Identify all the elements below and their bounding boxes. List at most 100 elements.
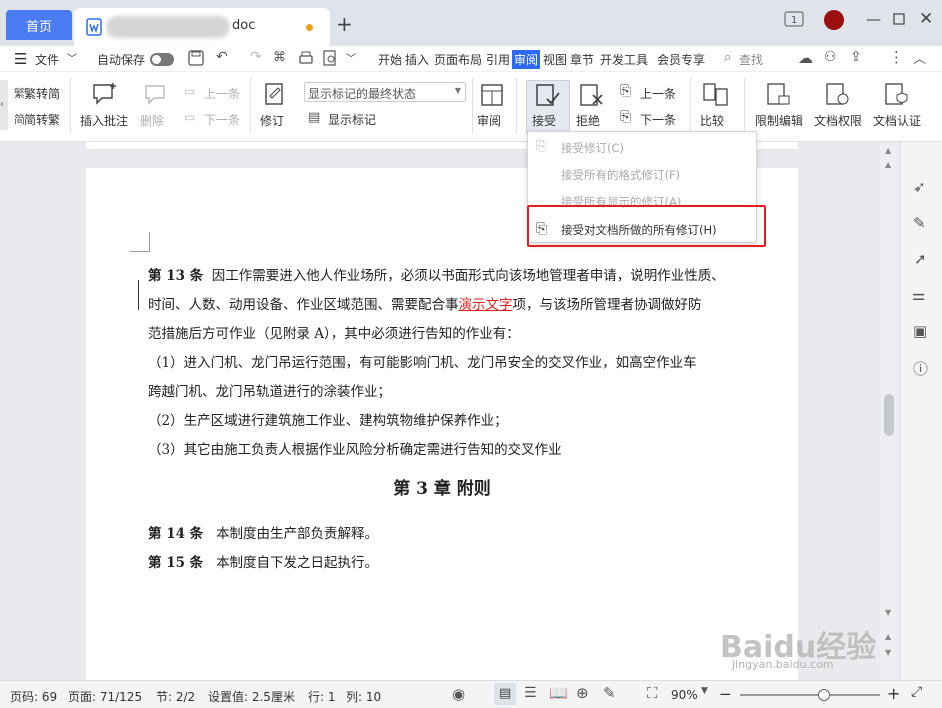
chevron-down-icon[interactable]: ﹀ bbox=[67, 50, 77, 65]
column-indicator[interactable]: 列: 10 bbox=[346, 688, 381, 705]
tracked-insertion[interactable]: 演示文字 bbox=[459, 297, 513, 313]
chevron-down-icon[interactable]: ﹀ bbox=[346, 50, 356, 65]
svg-text:1: 1 bbox=[791, 15, 797, 26]
zoom-slider-track[interactable] bbox=[740, 689, 880, 701]
accept-button[interactable]: 接受 bbox=[526, 80, 570, 134]
fullscreen-icon[interactable]: ⤢ bbox=[911, 684, 922, 700]
more-icon[interactable]: ⋮ bbox=[889, 48, 904, 66]
show-markup-icon: ▤ bbox=[308, 110, 321, 125]
article-15: 第 15 条 本制度自下发之日起执行。 bbox=[148, 555, 379, 571]
window-restore-icon[interactable]: 1 bbox=[784, 11, 804, 27]
section-indicator[interactable]: 节: 2/2 bbox=[156, 688, 195, 705]
maximize-icon[interactable] bbox=[893, 13, 905, 25]
zoom-level[interactable]: 90% bbox=[671, 688, 698, 702]
doc-permission-icon bbox=[826, 83, 850, 107]
search-icon[interactable]: ⌕ bbox=[724, 50, 731, 65]
print-icon[interactable] bbox=[298, 50, 314, 66]
menu-start[interactable]: 开始 bbox=[378, 51, 402, 68]
prev-comment-button[interactable]: 上一条 bbox=[204, 85, 240, 102]
tab-home[interactable]: 首页 bbox=[6, 10, 72, 40]
setting-value[interactable]: 设置值: 2.5厘米 bbox=[208, 688, 295, 705]
watermark: Baidu经验 jingyan.baidu.com bbox=[720, 630, 877, 671]
cursor-icon[interactable]: ➚ bbox=[914, 250, 927, 268]
menu-insert[interactable]: 插入 bbox=[405, 51, 429, 68]
backup-icon[interactable]: ▣ bbox=[913, 322, 927, 340]
prev-change-button[interactable]: 上一条 bbox=[640, 85, 676, 102]
search-label[interactable]: 查找 bbox=[739, 51, 763, 68]
zoom-slider-thumb[interactable] bbox=[818, 689, 830, 701]
menu-references[interactable]: 引用 bbox=[486, 51, 510, 68]
restrict-edit-button[interactable]: 限制编辑 bbox=[755, 112, 803, 129]
redo-icon[interactable]: ↷ bbox=[250, 49, 262, 65]
doc-permission-button[interactable]: 文档权限 bbox=[814, 112, 862, 129]
markup-mode-select[interactable]: 显示标记的最终状态 ▼ bbox=[304, 82, 466, 102]
new-tab-icon[interactable]: + bbox=[336, 12, 353, 36]
read-mode-icon[interactable]: 📖 bbox=[549, 684, 568, 702]
insert-comment-button[interactable]: 插入批注 bbox=[80, 112, 128, 129]
ribbon-scroll-left-icon[interactable]: ‹ bbox=[0, 80, 8, 130]
scroll-thumb[interactable] bbox=[884, 394, 894, 436]
fit-page-icon[interactable]: ⛶ bbox=[647, 684, 658, 702]
menu-member[interactable]: 会员专享 bbox=[657, 51, 705, 68]
undo-icon[interactable]: ↶ bbox=[216, 49, 228, 65]
adjust-icon[interactable]: ⚌ bbox=[912, 286, 925, 304]
scroll-up-icon[interactable]: ▲ bbox=[885, 146, 891, 155]
eye-protect-icon[interactable]: ◉ bbox=[452, 685, 465, 703]
review-pane-button[interactable]: 审阅 bbox=[477, 112, 501, 129]
next-page-icon[interactable]: ▼ bbox=[885, 648, 891, 657]
print-preview-icon[interactable] bbox=[322, 50, 338, 66]
track-changes-button[interactable]: 修订 bbox=[260, 112, 284, 129]
rocket-icon[interactable]: ➶ bbox=[913, 178, 926, 196]
row-indicator[interactable]: 行: 1 bbox=[308, 688, 336, 705]
trad-to-simp-button[interactable]: 繁转简 bbox=[24, 85, 60, 102]
next-comment-button[interactable]: 下一条 bbox=[204, 111, 240, 128]
save-icon[interactable] bbox=[188, 50, 204, 66]
page-number[interactable]: 页码: 69 bbox=[10, 688, 57, 705]
item-1-line-2: 跨越门机、龙门吊轨道进行的涂装作业； bbox=[148, 384, 391, 400]
item-3: （3）其它由施工负责人根据作业风险分析确定需进行告知的交叉作业 bbox=[148, 442, 562, 458]
scroll-up-icon[interactable]: ▲ bbox=[885, 160, 891, 169]
write-mode-icon[interactable]: ✎ bbox=[603, 684, 616, 702]
autosave-toggle[interactable] bbox=[150, 53, 174, 66]
zoom-in-icon[interactable]: + bbox=[887, 684, 900, 703]
avatar[interactable] bbox=[824, 10, 844, 30]
red-highlight-box bbox=[527, 205, 766, 247]
menu-developer[interactable]: 开发工具 bbox=[600, 51, 648, 68]
zoom-out-icon[interactable]: − bbox=[719, 685, 732, 703]
hamburger-menu-icon[interactable]: ☰ bbox=[14, 50, 27, 68]
accept-change-item[interactable]: 接受修订(C) bbox=[561, 140, 624, 156]
doc-cert-button[interactable]: 文档认证 bbox=[873, 112, 921, 129]
next-change-button[interactable]: 下一条 bbox=[640, 111, 676, 128]
format-painter-icon[interactable]: ⌘ bbox=[273, 50, 286, 65]
tab-document[interactable]: doc bbox=[74, 8, 330, 46]
zoom-dropdown-icon[interactable]: ▼ bbox=[701, 686, 708, 696]
close-icon[interactable]: ✕ bbox=[919, 9, 933, 29]
share-icon[interactable]: ⇪ bbox=[850, 49, 862, 65]
outline-view-icon[interactable]: ☰ bbox=[524, 685, 537, 701]
menu-page-layout[interactable]: 页面布局 bbox=[434, 51, 482, 68]
show-markup-button[interactable]: 显示标记 bbox=[328, 111, 376, 128]
title-bar: 首页 doc + 1 — ✕ bbox=[0, 0, 942, 46]
reject-button[interactable]: 拒绝 bbox=[576, 112, 600, 129]
collaborate-icon[interactable]: ⚇ bbox=[824, 49, 837, 65]
prev-page-icon[interactable]: ▲ bbox=[885, 632, 891, 641]
simp-to-trad-button[interactable]: 简转繁 bbox=[24, 111, 60, 128]
menu-chapter[interactable]: 章节 bbox=[570, 51, 594, 68]
minimize-icon[interactable]: — bbox=[866, 10, 881, 28]
pen-icon[interactable]: ✎ bbox=[913, 214, 926, 232]
help-icon[interactable]: ⓘ bbox=[913, 358, 928, 379]
page-count[interactable]: 页面: 71/125 bbox=[68, 688, 142, 705]
review-pane-icon bbox=[481, 84, 503, 106]
menu-view[interactable]: 视图 bbox=[543, 51, 567, 68]
menu-review[interactable]: 审阅 bbox=[512, 50, 541, 69]
collapse-ribbon-icon[interactable]: ︿ bbox=[913, 48, 926, 67]
web-view-icon[interactable]: ⊕ bbox=[576, 684, 589, 702]
compare-button[interactable]: 比较 bbox=[700, 112, 724, 129]
file-menu[interactable]: 文件 bbox=[35, 51, 59, 68]
accept-all-format-item[interactable]: 接受所有的格式修订(F) bbox=[561, 167, 680, 183]
compare-icon bbox=[703, 83, 729, 107]
delete-comment-button[interactable]: 删除 bbox=[140, 112, 164, 129]
vertical-scrollbar[interactable]: ▲ ▲ ▼ ▲ ▼ bbox=[880, 142, 898, 680]
scroll-down-icon[interactable]: ▼ bbox=[885, 608, 891, 617]
cloud-sync-icon[interactable]: ☁ bbox=[798, 49, 813, 67]
